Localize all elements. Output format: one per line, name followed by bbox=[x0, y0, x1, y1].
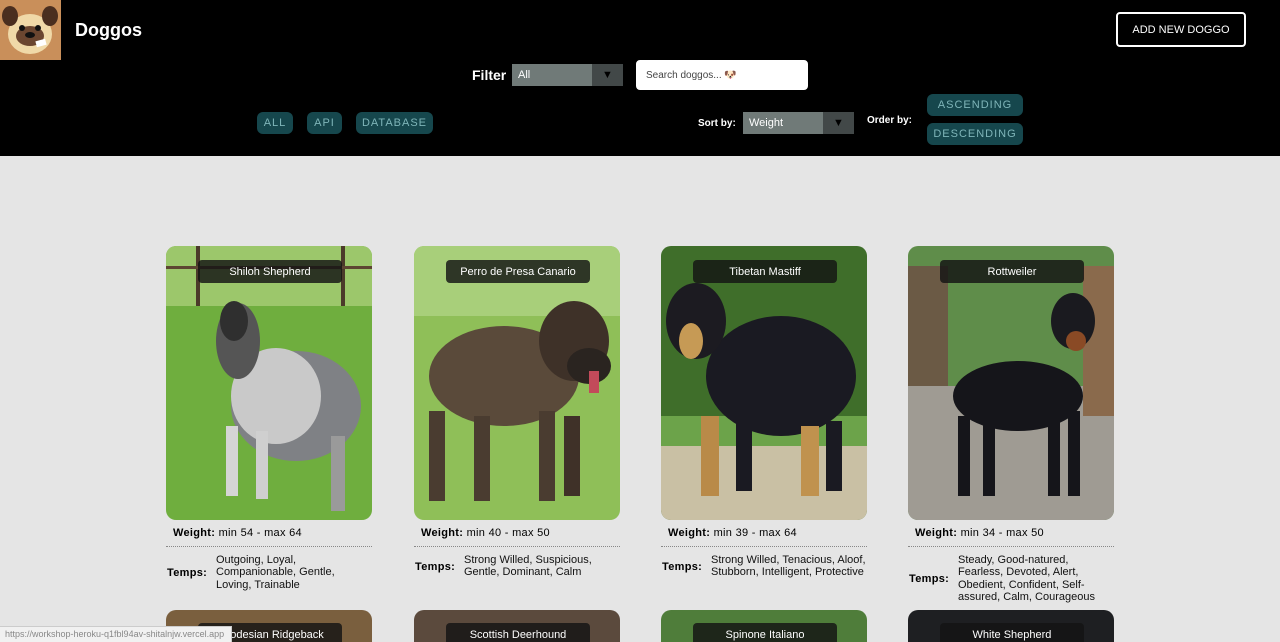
chevron-down-icon: ▼ bbox=[823, 112, 854, 134]
temps-label: Temps: bbox=[909, 573, 950, 585]
dog-card[interactable]: Scottish Deerhound bbox=[414, 610, 620, 642]
search-input[interactable] bbox=[636, 60, 808, 90]
dog-image[interactable]: Tibetan Mastiff bbox=[661, 246, 867, 520]
brand-title: Doggos bbox=[75, 20, 142, 40]
dog-temperaments: Strong Willed, Suspicious, Gentle, Domin… bbox=[464, 554, 592, 579]
dog-image[interactable]: Perro de Presa Canario bbox=[414, 246, 620, 520]
divider bbox=[166, 546, 372, 547]
dog-temperaments: Outgoing, Loyal, Companionable, Gentle, … bbox=[216, 554, 335, 591]
dog-weight: Weight: min 40 - max 50 bbox=[421, 527, 550, 539]
dog-name: Shiloh Shepherd bbox=[198, 260, 342, 283]
dog-image[interactable]: Shiloh Shepherd bbox=[166, 246, 372, 520]
temps-label: Temps: bbox=[662, 561, 703, 573]
dog-weight: Weight: min 34 - max 50 bbox=[915, 527, 1044, 539]
descending-button[interactable]: DESCENDING bbox=[927, 123, 1023, 145]
dog-name: Scottish Deerhound bbox=[446, 623, 590, 642]
dog-name: Tibetan Mastiff bbox=[693, 260, 837, 283]
add-new-doggo-button[interactable]: ADD NEW DOGGO bbox=[1116, 12, 1246, 47]
dog-weight: Weight: min 54 - max 64 bbox=[173, 527, 302, 539]
dog-name: White Shepherd bbox=[940, 623, 1084, 642]
divider bbox=[661, 546, 867, 547]
divider bbox=[908, 546, 1114, 547]
temps-label: Temps: bbox=[415, 561, 456, 573]
ascending-button[interactable]: ASCENDING bbox=[927, 94, 1023, 116]
order-label: Order by: bbox=[867, 115, 913, 126]
dog-temperaments: Steady, Good-natured, Fearless, Devoted,… bbox=[958, 554, 1095, 604]
filter-select-value: All bbox=[518, 69, 531, 81]
source-database-button[interactable]: DATABASE bbox=[356, 112, 433, 134]
sort-select-value: Weight bbox=[749, 117, 784, 129]
dog-name: Rottweiler bbox=[940, 260, 1084, 283]
dog-name: Perro de Presa Canario bbox=[446, 260, 590, 283]
divider bbox=[414, 546, 620, 547]
temps-label: Temps: bbox=[167, 567, 208, 579]
dog-weight: Weight: min 39 - max 64 bbox=[668, 527, 797, 539]
source-all-button[interactable]: ALL bbox=[257, 112, 293, 134]
chevron-down-icon: ▼ bbox=[592, 64, 623, 86]
sort-label: Sort by: bbox=[698, 118, 736, 129]
dog-card[interactable]: Spinone Italiano bbox=[661, 610, 867, 642]
source-api-button[interactable]: API bbox=[307, 112, 342, 134]
pug-logo-icon[interactable] bbox=[0, 0, 61, 60]
filter-select[interactable]: All ▼ bbox=[512, 64, 623, 86]
top-header: Doggos ADD NEW DOGGO Filter All ▼ ALL AP… bbox=[0, 0, 1280, 156]
status-bar-url: https://workshop-heroku-q1fbl94av-shital… bbox=[0, 626, 232, 642]
dog-temperaments: Strong Willed, Tenacious, Aloof, Stubbor… bbox=[711, 554, 866, 579]
dog-card[interactable]: White Shepherd bbox=[908, 610, 1114, 642]
filter-label: Filter bbox=[472, 67, 507, 83]
dog-image[interactable]: Rottweiler bbox=[908, 246, 1114, 520]
sort-select[interactable]: Weight ▼ bbox=[743, 112, 854, 134]
dog-name: Spinone Italiano bbox=[693, 623, 837, 642]
